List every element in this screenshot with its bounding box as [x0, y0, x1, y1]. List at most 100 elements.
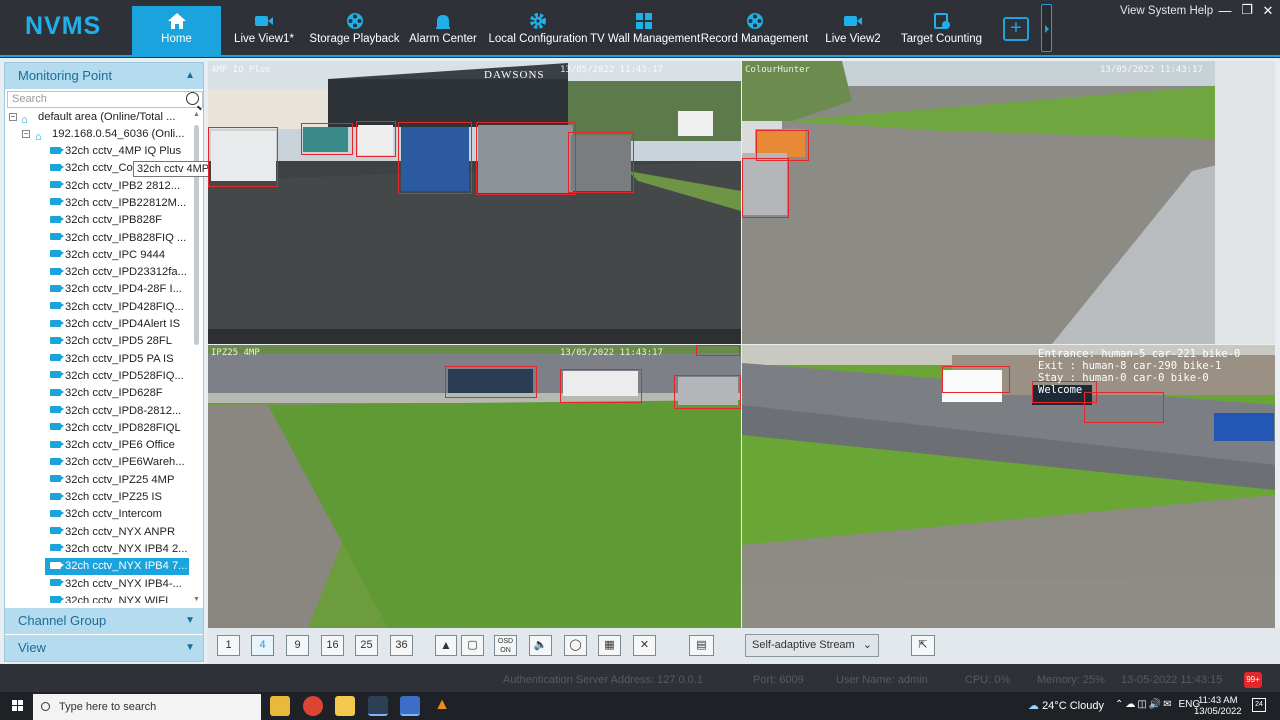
collapse-icon[interactable]: −	[22, 130, 30, 138]
channel-item[interactable]: 32ch cctv_IPZ25 IS	[45, 489, 189, 506]
view-header[interactable]: View ▼	[5, 635, 203, 661]
alarm-output-icon[interactable]: ◯	[564, 635, 587, 656]
layout-1-button[interactable]: 1	[217, 635, 240, 656]
nav-tab-storage-playback[interactable]: Storage Playback	[308, 6, 401, 55]
close-all-icon[interactable]: ✕	[633, 635, 656, 656]
channel-item[interactable]: 32ch cctv_NYX IPB4 7...	[45, 558, 189, 576]
channel-item[interactable]: 32ch cctv_IPD4-28F I...	[45, 281, 189, 298]
channel-item[interactable]: 32ch cctv_IPC 9444	[45, 247, 189, 264]
chevron-up-icon[interactable]: ▲	[185, 63, 195, 89]
nav-tab-local-configuration[interactable]: Local Configuration	[487, 6, 589, 55]
channel-item[interactable]: 32ch cctv_IPD4Alert IS	[45, 316, 189, 333]
osd-button[interactable]: OSD ON	[494, 635, 517, 656]
nav-tab-live-view2[interactable]: Live View2	[818, 6, 888, 55]
channel-item[interactable]: 32ch cctv_IPB828FIQ ...	[45, 230, 189, 247]
fullscreen-icon[interactable]: ▢	[461, 635, 484, 656]
nav-tab-tv-wall-management[interactable]: TV Wall Management	[590, 6, 700, 55]
layout-4-button[interactable]: 4	[251, 635, 274, 656]
nav-tab-record-management[interactable]: Record Management	[699, 6, 810, 55]
zoom-out-icon[interactable]: ⇱	[911, 635, 935, 656]
nav-tab-home[interactable]: Home	[132, 6, 221, 55]
layout-16-button[interactable]: 16	[321, 635, 344, 656]
taskbar-clock[interactable]: 11:43 AM 13/05/2022	[1194, 695, 1242, 717]
channel-item[interactable]: 32ch cctv_IPD628F	[45, 385, 189, 402]
windows-start-icon[interactable]	[12, 700, 24, 712]
channel-label: 32ch cctv_IPD628F	[65, 387, 163, 400]
channel-label: 32ch cctv_NYX IPB4-...	[65, 577, 182, 590]
camera-osd-label: ColourHunter	[745, 65, 811, 75]
add-view-button[interactable]: +	[1003, 17, 1029, 41]
scroll-up-icon[interactable]: ▲	[193, 111, 200, 118]
nav-tab-target-counting[interactable]: Target Counting	[893, 6, 990, 55]
sticky-notes-icon[interactable]	[335, 696, 355, 716]
alarm-badge[interactable]: 99+	[1244, 672, 1262, 688]
chrome-icon[interactable]	[303, 696, 323, 716]
channel-item[interactable]: 32ch cctv_IPD828FIQL	[45, 420, 189, 437]
channel-item[interactable]: 32ch cctv_Intercom	[45, 506, 189, 523]
search-input[interactable]: Search	[7, 91, 203, 108]
file-explorer-icon[interactable]	[270, 696, 290, 716]
channel-item[interactable]: 32ch cctv_IPD8-2812...	[45, 403, 189, 420]
channel-group-header[interactable]: Channel Group ▼	[5, 608, 203, 634]
nav-tab-alarm-center[interactable]: Alarm Center	[404, 6, 482, 55]
channel-item[interactable]: 32ch cctv_NYX IPB4 2...	[45, 541, 189, 558]
detection-box	[742, 158, 789, 218]
channel-item[interactable]: 32ch cctv_IPD428FIQ...	[45, 299, 189, 316]
channel-item[interactable]: 32ch cctv_IPE6Wareh...	[45, 454, 189, 471]
layout-9-button[interactable]: 9	[286, 635, 309, 656]
channel-item[interactable]: 32ch cctv_NYX IPB4-...	[45, 576, 189, 593]
channel-item[interactable]: 32ch cctv_IPD528FIQ...	[45, 368, 189, 385]
channel-item[interactable]: 32ch cctv_NYX ANPR	[45, 524, 189, 541]
channel-item[interactable]: 32ch cctv_IPB2 2812...	[45, 178, 189, 195]
channel-item[interactable]: 32ch cctv_IPD5 PA IS	[45, 351, 189, 368]
nvms-taskbar-icon[interactable]	[368, 696, 388, 716]
view-system-help-link[interactable]: View System Help	[1120, 5, 1213, 17]
nav-tab-live-view1[interactable]: Live View1*	[228, 6, 300, 55]
gear-icon	[528, 12, 548, 30]
channel-item[interactable]: 32ch cctv_NYX WIFI	[45, 593, 189, 603]
detection-box	[696, 345, 740, 356]
tree-scrollbar[interactable]: ▲ ▼	[193, 111, 201, 603]
system-tray[interactable]: ⌃☁◫🔊✉ ENG	[1115, 699, 1200, 710]
video-tile-1[interactable]: 4MP IQ Plus 13/05/2022 11:43:17 DAWSONS	[208, 61, 741, 344]
vlc-icon[interactable]: ▲	[432, 696, 452, 716]
scroll-down-icon[interactable]: ▼	[193, 596, 200, 603]
layout-36-button[interactable]: 36	[390, 635, 413, 656]
layout-custom-icon[interactable]: ▤	[689, 635, 714, 656]
nav-tab-label: Target Counting	[900, 33, 983, 45]
detection-box	[1084, 392, 1164, 423]
channel-item[interactable]: 32ch cctv_IPB828F	[45, 212, 189, 229]
monitoring-point-header[interactable]: Monitoring Point ▲	[5, 63, 203, 89]
scrollbar-thumb[interactable]	[194, 125, 199, 345]
channel-item[interactable]: 32ch cctv_4MP IQ Plus	[45, 143, 189, 160]
channel-item[interactable]: 32ch cctv_IPD23312fa...	[45, 264, 189, 281]
video-tile-4[interactable]: Entrance: human-5 car-221 bike-0 Exit : …	[742, 345, 1275, 628]
audio-icon[interactable]: 🔈	[529, 635, 552, 656]
grid-pattern-icon[interactable]: ▦	[598, 635, 621, 656]
notification-center-icon[interactable]: 24	[1252, 698, 1266, 712]
video-tile-2[interactable]: ColourHunter 13/05/2022 11:43:17	[742, 61, 1275, 344]
close-icon[interactable]: ✕	[1258, 3, 1278, 19]
layout-25-button[interactable]: 25	[355, 635, 378, 656]
channel-item[interactable]: 32ch cctv_IPB22812M...	[45, 195, 189, 212]
restore-icon[interactable]: ❐	[1237, 2, 1257, 18]
channel-item[interactable]: 32ch cctv_IPZ25 4MP	[45, 472, 189, 489]
sequence-icon[interactable]: ▲	[435, 635, 457, 656]
video-tile-3[interactable]: IPZ25 4MP 13/05/2022 11:43:17	[208, 345, 741, 628]
remote-app-icon[interactable]	[400, 696, 420, 716]
camera-icon	[50, 181, 64, 189]
stream-select[interactable]: Self-adaptive Stream ⌄	[745, 634, 879, 657]
taskbar-search-input[interactable]: Type here to search	[33, 694, 261, 720]
channel-item[interactable]: 32ch cctv_IPD5 28FL	[45, 333, 189, 350]
nav-expand-handle[interactable]	[1041, 4, 1052, 52]
camera-icon	[50, 371, 64, 379]
search-icon[interactable]	[186, 92, 199, 105]
camera-icon	[50, 215, 64, 223]
chevron-down-icon[interactable]: ▼	[185, 608, 195, 634]
chevron-down-icon[interactable]: ⌄	[863, 635, 872, 656]
channel-item[interactable]: 32ch cctv_IPE6 Office	[45, 437, 189, 454]
collapse-icon[interactable]: −	[9, 113, 17, 121]
weather-widget[interactable]: ☁ 24°C Cloudy	[1028, 699, 1104, 712]
minimize-icon[interactable]: —	[1215, 3, 1235, 18]
chevron-down-icon[interactable]: ▼	[185, 635, 195, 661]
